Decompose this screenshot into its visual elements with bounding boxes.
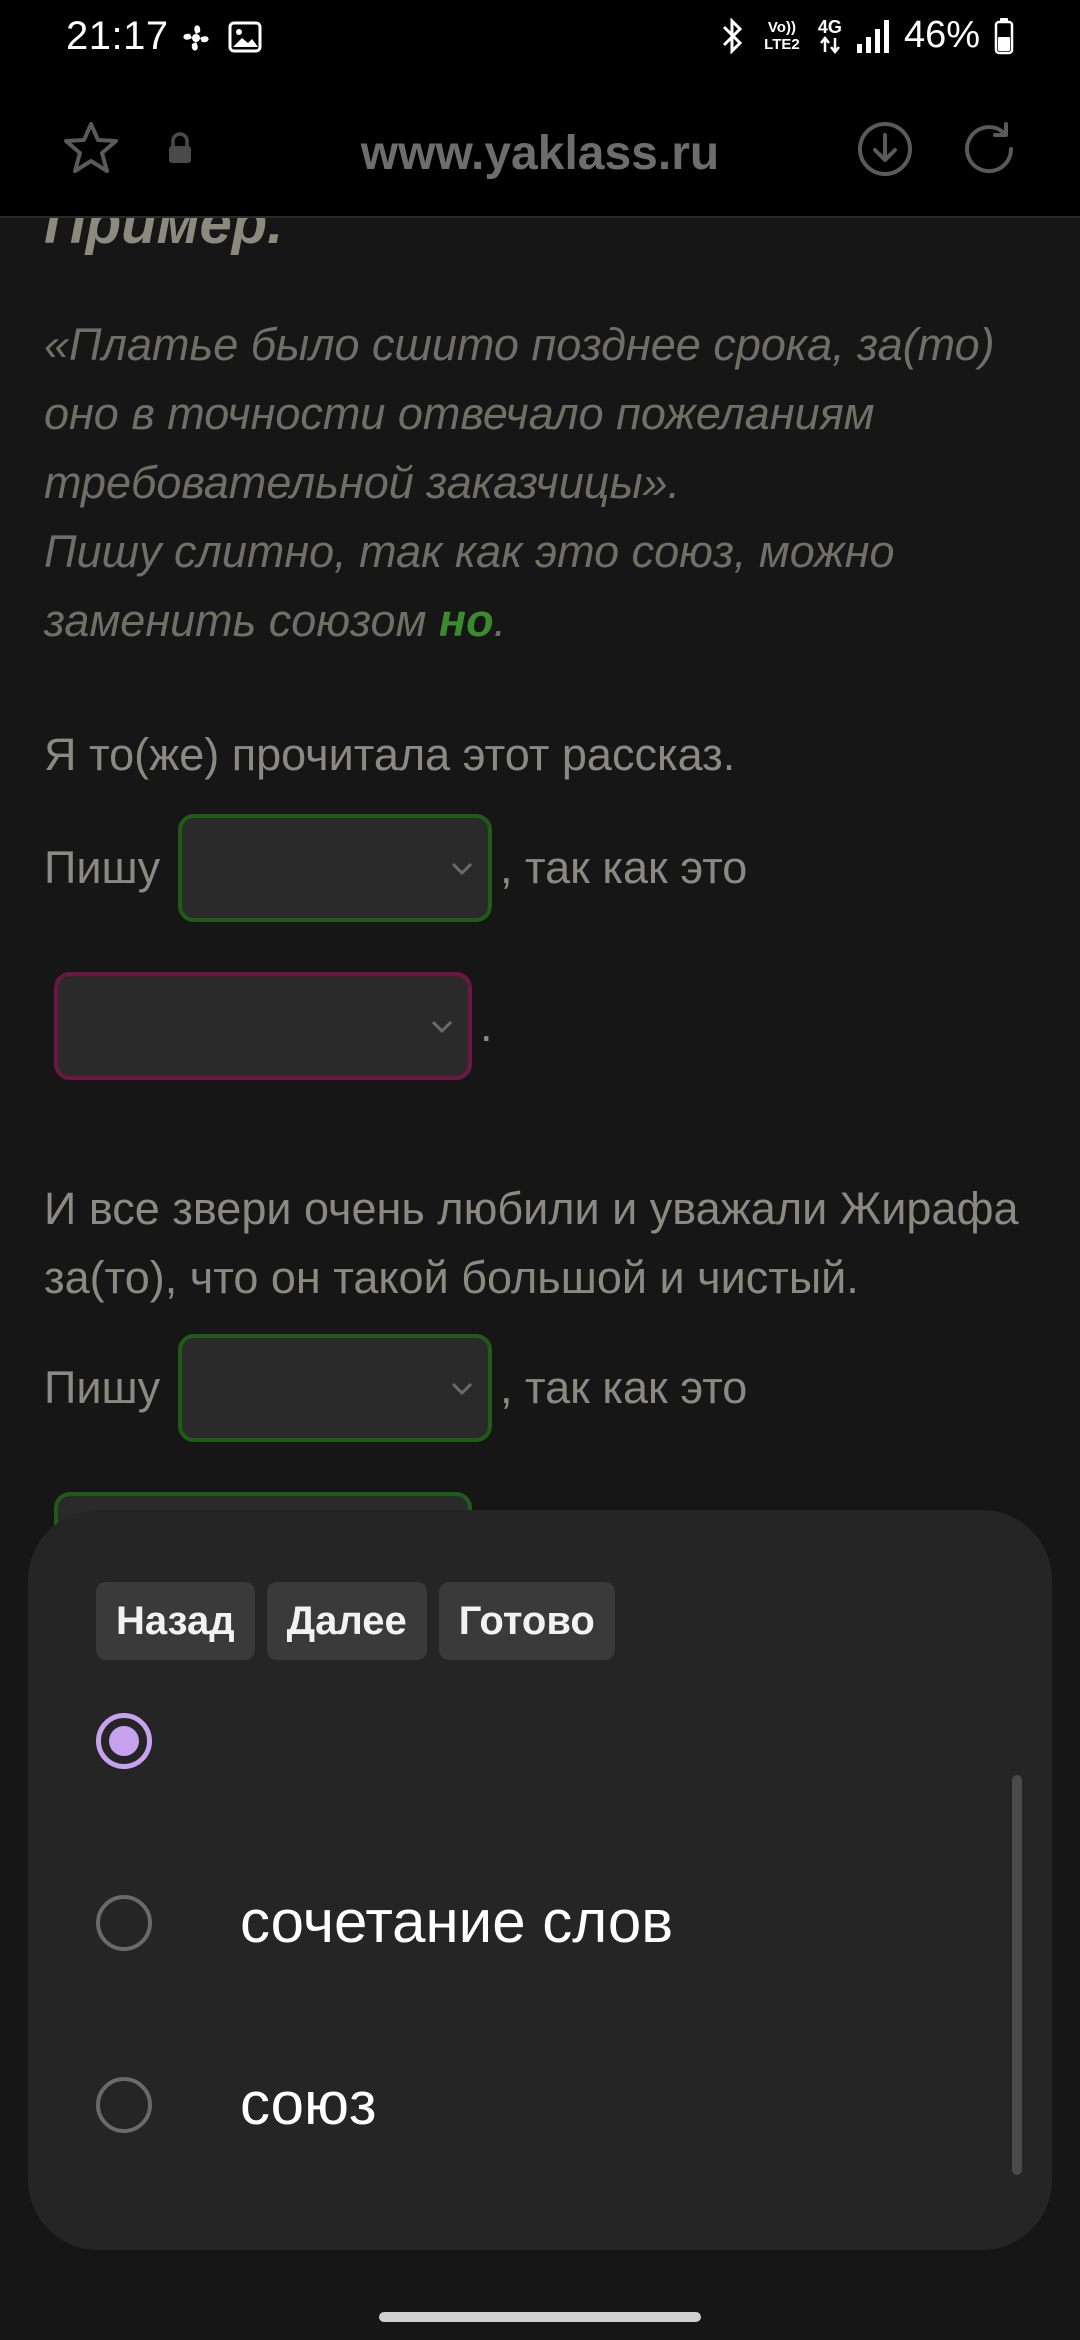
radio-selected[interactable] [96,1713,152,1769]
option-label: сочетание слов [240,1888,674,1955]
radio-unselected[interactable] [96,2077,152,2133]
option-empty[interactable] [96,1681,956,1801]
option-word-combination[interactable]: сочетание слов [96,1863,956,1983]
back-button[interactable]: Назад [96,1582,255,1660]
gesture-navigation-bar[interactable] [379,2312,701,2322]
picker-nav-buttons: Назад Далее Готово [96,1582,615,1660]
option-conjunction[interactable]: союз [96,2045,956,2165]
sheet-scrollbar[interactable] [1012,1775,1022,2175]
next-button[interactable]: Далее [266,1582,427,1660]
option-label: союз [240,2070,377,2137]
radio-unselected[interactable] [96,1895,152,1951]
select-picker-sheet: Назад Далее Готово сочетание слов союз [28,1510,1052,2250]
done-button[interactable]: Готово [438,1582,615,1660]
radio-dot [109,1726,139,1756]
